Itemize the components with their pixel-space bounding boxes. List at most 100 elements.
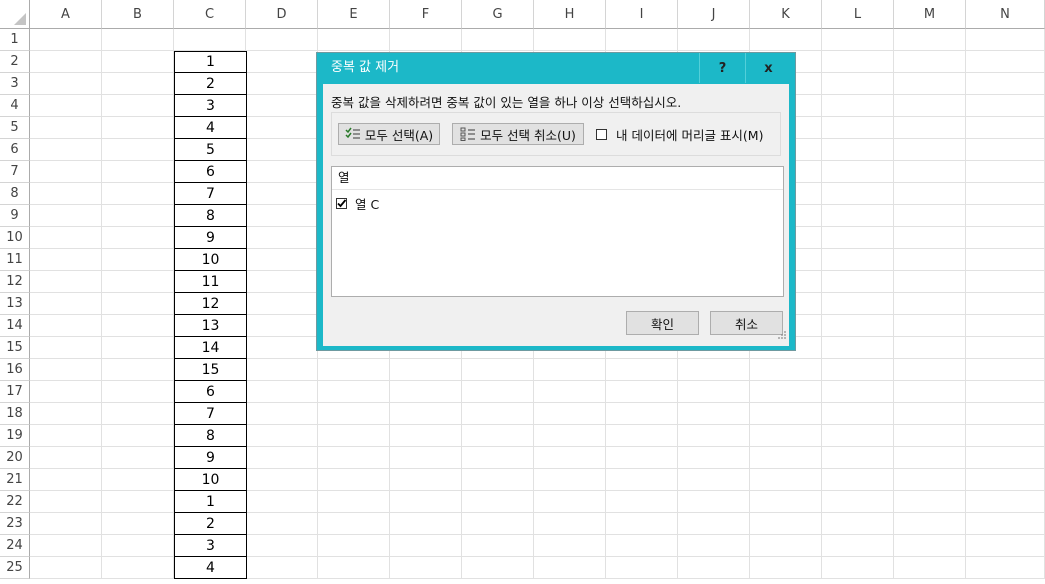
column-c-value-cell[interactable]: 9 [174, 227, 247, 249]
grid-cell[interactable] [246, 491, 318, 513]
grid-cell[interactable] [30, 491, 102, 513]
grid-cell[interactable] [246, 205, 318, 227]
grid-cell[interactable] [246, 161, 318, 183]
grid-cell[interactable] [102, 447, 174, 469]
grid-cell[interactable] [102, 557, 174, 579]
grid-cell[interactable] [894, 293, 966, 315]
grid-cell[interactable] [318, 491, 390, 513]
column-header[interactable]: I [606, 0, 678, 29]
grid-cell[interactable] [894, 469, 966, 491]
grid-cell[interactable] [894, 183, 966, 205]
grid-cell[interactable] [246, 557, 318, 579]
grid-cell[interactable] [678, 403, 750, 425]
row-header[interactable]: 1 [0, 29, 30, 51]
grid-cell[interactable] [678, 381, 750, 403]
grid-cell[interactable] [966, 557, 1045, 579]
grid-cell[interactable] [894, 359, 966, 381]
grid-cell[interactable] [318, 359, 390, 381]
grid-cell[interactable] [678, 359, 750, 381]
grid-cell[interactable] [822, 403, 894, 425]
column-header[interactable]: H [534, 0, 606, 29]
grid-cell[interactable] [678, 535, 750, 557]
column-c-value-cell[interactable]: 13 [174, 315, 247, 337]
help-button[interactable]: ? [699, 53, 745, 83]
grid-cell[interactable] [822, 337, 894, 359]
grid-cell[interactable] [894, 205, 966, 227]
grid-cell[interactable] [894, 557, 966, 579]
grid-cell[interactable] [606, 381, 678, 403]
grid-cell[interactable] [606, 359, 678, 381]
grid-cell[interactable] [30, 315, 102, 337]
grid-cell[interactable] [822, 315, 894, 337]
grid-cell[interactable] [462, 469, 534, 491]
grid-cell[interactable] [822, 139, 894, 161]
dialog-title-bar[interactable]: 중복 값 제거 ? x [317, 53, 795, 83]
grid-cell[interactable] [534, 513, 606, 535]
close-button[interactable]: x [745, 53, 791, 83]
grid-cell[interactable] [390, 513, 462, 535]
grid-cell[interactable] [246, 425, 318, 447]
grid-cell[interactable] [462, 29, 534, 51]
resize-grip-icon[interactable] [777, 325, 787, 344]
grid-cell[interactable] [102, 403, 174, 425]
grid-cell[interactable] [462, 535, 534, 557]
grid-cell[interactable] [102, 29, 174, 51]
grid-cell[interactable] [30, 381, 102, 403]
grid-cell[interactable] [678, 513, 750, 535]
grid-cell[interactable] [966, 403, 1045, 425]
grid-cell[interactable] [102, 359, 174, 381]
row-header[interactable]: 10 [0, 227, 30, 249]
grid-cell[interactable] [822, 29, 894, 51]
column-header[interactable]: B [102, 0, 174, 29]
column-c-value-cell[interactable]: 4 [174, 117, 247, 139]
column-c-value-cell[interactable]: 10 [174, 469, 247, 491]
grid-cell[interactable] [390, 381, 462, 403]
grid-cell[interactable] [678, 447, 750, 469]
grid-cell[interactable] [966, 161, 1045, 183]
grid-cell[interactable] [102, 161, 174, 183]
select-all-button[interactable]: 모두 선택(A) [338, 123, 440, 145]
grid-cell[interactable] [534, 381, 606, 403]
grid-cell[interactable] [606, 491, 678, 513]
header-checkbox-box[interactable] [596, 129, 607, 140]
grid-cell[interactable] [678, 557, 750, 579]
column-header[interactable]: E [318, 0, 390, 29]
column-c-value-cell[interactable]: 3 [174, 95, 247, 117]
grid-cell[interactable] [678, 469, 750, 491]
grid-cell[interactable] [390, 403, 462, 425]
header-checkbox[interactable]: 내 데이터에 머리글 표시(M) [596, 125, 763, 144]
grid-cell[interactable] [894, 51, 966, 73]
grid-cell[interactable] [534, 491, 606, 513]
grid-cell[interactable] [102, 51, 174, 73]
grid-cell[interactable] [822, 271, 894, 293]
grid-cell[interactable] [462, 447, 534, 469]
grid-cell[interactable] [966, 447, 1045, 469]
grid-cell[interactable] [966, 29, 1045, 51]
grid-cell[interactable] [246, 95, 318, 117]
grid-cell[interactable] [894, 139, 966, 161]
column-c-value-cell[interactable]: 2 [174, 513, 247, 535]
grid-cell[interactable] [534, 535, 606, 557]
row-header[interactable]: 5 [0, 117, 30, 139]
grid-cell[interactable] [894, 447, 966, 469]
row-header[interactable]: 2 [0, 51, 30, 73]
column-c-value-cell[interactable]: 10 [174, 249, 247, 271]
column-c-value-cell[interactable]: 2 [174, 73, 247, 95]
grid-cell[interactable] [30, 513, 102, 535]
grid-cell[interactable] [822, 249, 894, 271]
grid-cell[interactable] [102, 337, 174, 359]
grid-cell[interactable] [822, 161, 894, 183]
grid-cell[interactable] [750, 381, 822, 403]
grid-cell[interactable] [30, 51, 102, 73]
row-header[interactable]: 13 [0, 293, 30, 315]
grid-cell[interactable] [894, 425, 966, 447]
grid-cell[interactable] [30, 249, 102, 271]
grid-cell[interactable] [822, 425, 894, 447]
grid-cell[interactable] [894, 29, 966, 51]
grid-cell[interactable] [246, 469, 318, 491]
grid-cell[interactable] [102, 315, 174, 337]
grid-cell[interactable] [966, 491, 1045, 513]
grid-cell[interactable] [894, 535, 966, 557]
grid-cell[interactable] [390, 447, 462, 469]
grid-cell[interactable] [318, 447, 390, 469]
